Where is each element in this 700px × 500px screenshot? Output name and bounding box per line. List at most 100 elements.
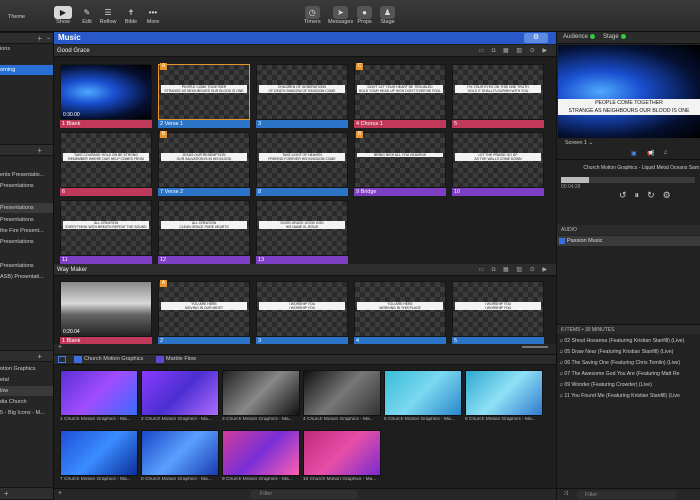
sidebar-item[interactable]: Presentations (0, 181, 53, 191)
media-grid: 1 Church Motion Graphics - Ma... 2 Church… (60, 370, 556, 490)
slide-thumbnail[interactable]: YOU ARE HERE MOVING IN OUR MIDST A 2 (158, 280, 250, 345)
slide-text: CLEAN GRACE PURE HEARTS (161, 225, 247, 229)
sidebar-item[interactable]: etal (0, 375, 53, 385)
slide-thumbnail[interactable]: 0:20.04 1 Blank (60, 281, 152, 345)
slide-label: 1 Blank (60, 120, 152, 128)
slide-thumbnail[interactable]: DON'T LET YOUR HEART BE TROUBLED HOLD YOU… (354, 63, 446, 128)
slide-thumbnail[interactable]: I WORSHIP YOU I WORSHIP YOU 5 (452, 281, 544, 345)
song-item[interactable]: ♫ 11 You Found Me (Featuring Kristian St… (559, 391, 699, 401)
media-item[interactable]: 6 Church Motion Graphics - Ma... (465, 370, 543, 426)
slide-thumbnail[interactable]: JESUS OUR REDEMPTION OUR SALVATION IS IN … (158, 131, 250, 196)
slide-text: REMEMBER WHERE OUR HELP COMES FROM (63, 157, 149, 161)
audio-playlist-item[interactable]: Passion Music (557, 236, 700, 246)
media-breadcrumb-playlist[interactable]: Church Motion Graphics (84, 356, 143, 362)
media-item[interactable]: 9 Church Motion Graphics - Ma... (222, 430, 300, 486)
media-item[interactable]: 1 Church Motion Graphics - Ma... (60, 370, 138, 426)
slide-thumbnail[interactable]: CHILDREN OF GENERATIONS OF DEATH SHADOW O… (256, 64, 348, 128)
more-label: More (146, 19, 160, 25)
slide-thumbnail[interactable]: TAKE LIGHT OF HEAVEN FREEING FOREVER HIS … (256, 132, 348, 196)
sidebar-item[interactable]: Presentations (0, 215, 53, 225)
presentation-tools-icon[interactable]: ▭ ◘ ▦ ▥ ⊙ ▶ (478, 264, 550, 276)
add-icon[interactable]: + (4, 489, 9, 498)
slide-thumbnail[interactable]: PEOPLE COME TOGETHER STRANGE AS NEIGHBOUR… (158, 63, 250, 128)
timers-button[interactable]: ◷ Timers (304, 6, 321, 30)
music-icon[interactable]: ♫ (663, 150, 668, 156)
media-progress-bar[interactable] (561, 177, 695, 183)
media-item[interactable]: 4 Church Motion Graphics - Ma... (303, 370, 381, 426)
preview-lyrics: PEOPLE COME TOGETHER STRANGE AS NEIGHBOU… (558, 99, 700, 115)
zoom-slider[interactable] (522, 346, 548, 348)
sidebar-toggle-icon[interactable] (58, 356, 66, 363)
pause-icon[interactable]: ⏸ (635, 190, 648, 200)
slides-footer: + (54, 344, 556, 354)
add-icon[interactable]: + (37, 146, 42, 155)
sidebar-item[interactable]: low (0, 386, 53, 396)
shuffle-icon[interactable]: ⤨ (563, 491, 568, 498)
slide-thumbnail[interactable]: LET THE PRAISE GO UP AS THE WALLS COME DO… (452, 132, 544, 196)
edit-label: Edit (82, 19, 92, 25)
props-button[interactable]: ● Props (357, 6, 372, 30)
media-breadcrumb-folder[interactable]: Marble Flow (166, 356, 196, 362)
announce-icon[interactable]: 📢 (647, 150, 654, 157)
media-item[interactable]: 2 Church Motion Graphics - Ma... (141, 370, 219, 426)
settings-icon[interactable]: ⚙ (663, 190, 679, 200)
bible-button[interactable]: ✝ Bible (122, 6, 140, 30)
collapse-icon[interactable]: ⌄ (46, 34, 51, 41)
sidebar-item[interactable]: ents Presentatio... (0, 170, 53, 180)
tab-audience[interactable]: Audience (563, 34, 596, 40)
song-item[interactable]: ♫ 09 Wonder (Featuring Crowder) (Live) (559, 380, 699, 390)
sidebar-item[interactable]: the Fire Present... (0, 226, 53, 236)
slide-thumbnail[interactable]: YOU ARE HERE WORKING IN THIS PLACE 4 (354, 281, 446, 345)
sidebar-item[interactable]: 5 - Big Icons - M... (0, 408, 53, 418)
slide-thumbnail[interactable]: BRING HIGH ALL YOU HEAVENS B 9 Bridge (354, 131, 446, 196)
screen-select[interactable]: Screen 1 ⌄ (565, 140, 593, 146)
sidebar-item[interactable]: dia Church (0, 397, 53, 407)
slide-thumbnail[interactable]: 0:30.00 1 Blank (60, 64, 152, 128)
song-item[interactable]: ♫ 07 The Awesome God You Are (Featuring … (559, 369, 699, 379)
presentation-tools-icon[interactable]: ▭ ◘ ▦ ▥ ⊙ ▶ (478, 45, 550, 57)
add-icon[interactable]: + (37, 34, 42, 43)
show-button[interactable]: ▶ Show (54, 6, 72, 30)
gear-icon[interactable]: ⚙ (524, 33, 548, 43)
song-item[interactable]: ♫ 06 The Saving One (Featuring Chris Tom… (559, 358, 699, 368)
reflow-button[interactable]: ☰ Reflow (99, 6, 117, 30)
media-label: 8 Church Motion Graphics - Ma... (141, 477, 212, 482)
stage-button[interactable]: ♟ Stage (380, 6, 395, 30)
add-icon[interactable]: + (58, 490, 62, 497)
song-item[interactable]: ♫ 02 Shout Hosanna (Featuring Kristian S… (559, 336, 699, 346)
tab-stage[interactable]: Stage (603, 34, 626, 40)
slide-thumbnail[interactable]: GOOD GRACE GOOD GOD HIS NAME IS JESUS 13 (256, 200, 348, 264)
slide-grid-way-maker: 0:20.04 1 Blank YOU ARE HERE MOVING IN OUR … (54, 280, 556, 345)
sidebar-item-selected[interactable]: orning (0, 65, 53, 75)
slide-text: FREEING FOREVER HIS KINGDOM COME (259, 157, 345, 161)
slide-icon[interactable]: ▣ (631, 150, 637, 157)
add-icon[interactable]: + (37, 352, 42, 361)
slide-thumbnail[interactable]: FIX YOUR EYES ON THIS ONE TRUTH HOLD IT S… (452, 64, 544, 128)
media-item[interactable]: 10 Church Motion Graphics - Ma... (303, 430, 381, 486)
audio-filter-input[interactable]: Filter (577, 491, 677, 499)
slide-thumbnail[interactable]: I WORSHIP YOU I WORSHIP YOU 3 (256, 281, 348, 345)
edit-button[interactable]: ✎ Edit (78, 6, 96, 30)
messages-button[interactable]: ➤ Messages (328, 6, 353, 30)
sidebar-item[interactable]: ions (0, 44, 53, 54)
media-item[interactable]: 8 Church Motion Graphics - Ma... (141, 430, 219, 486)
sidebar-item[interactable]: otion Graphics (0, 364, 53, 374)
media-filter-input[interactable]: Filter (250, 490, 358, 499)
preview-line: STRANGE AS NEIGHBOURS OUR BLOOD IS ONE (568, 108, 690, 114)
media-item[interactable]: 5 Church Motion Graphics - Ma... (384, 370, 462, 426)
sidebar-item[interactable]: ASB) Presentati... (0, 272, 53, 282)
sidebar-item[interactable]: Presentations (0, 261, 53, 271)
add-icon[interactable]: + (58, 344, 62, 351)
status-dot (590, 34, 596, 39)
slide-thumbnail[interactable]: ALL CREATION CLEAN GRACE PURE HEARTS 12 (158, 200, 250, 264)
forward-icon[interactable]: ↻ (647, 190, 663, 200)
slide-thumbnail[interactable]: TAKE COURAGE HOLD ON BE STRONG REMEMBER W… (60, 132, 152, 196)
media-item[interactable]: 3 Church Motion Graphics - Ma... (222, 370, 300, 426)
more-button[interactable]: ••• More (144, 6, 162, 30)
media-item[interactable]: 7 Church Motion Graphics - Ma... (60, 430, 138, 486)
sidebar-item[interactable]: Presentations (0, 203, 53, 213)
slide-thumbnail[interactable]: ALL CREATION EVERYTHING WITH BREATH REPEA… (60, 200, 152, 264)
rewind-icon[interactable]: ↺ (619, 190, 635, 200)
sidebar-item[interactable]: Presentations (0, 237, 53, 247)
song-item[interactable]: ♫ 05 Draw Near (Featuring Kristian Stanf… (559, 347, 699, 357)
